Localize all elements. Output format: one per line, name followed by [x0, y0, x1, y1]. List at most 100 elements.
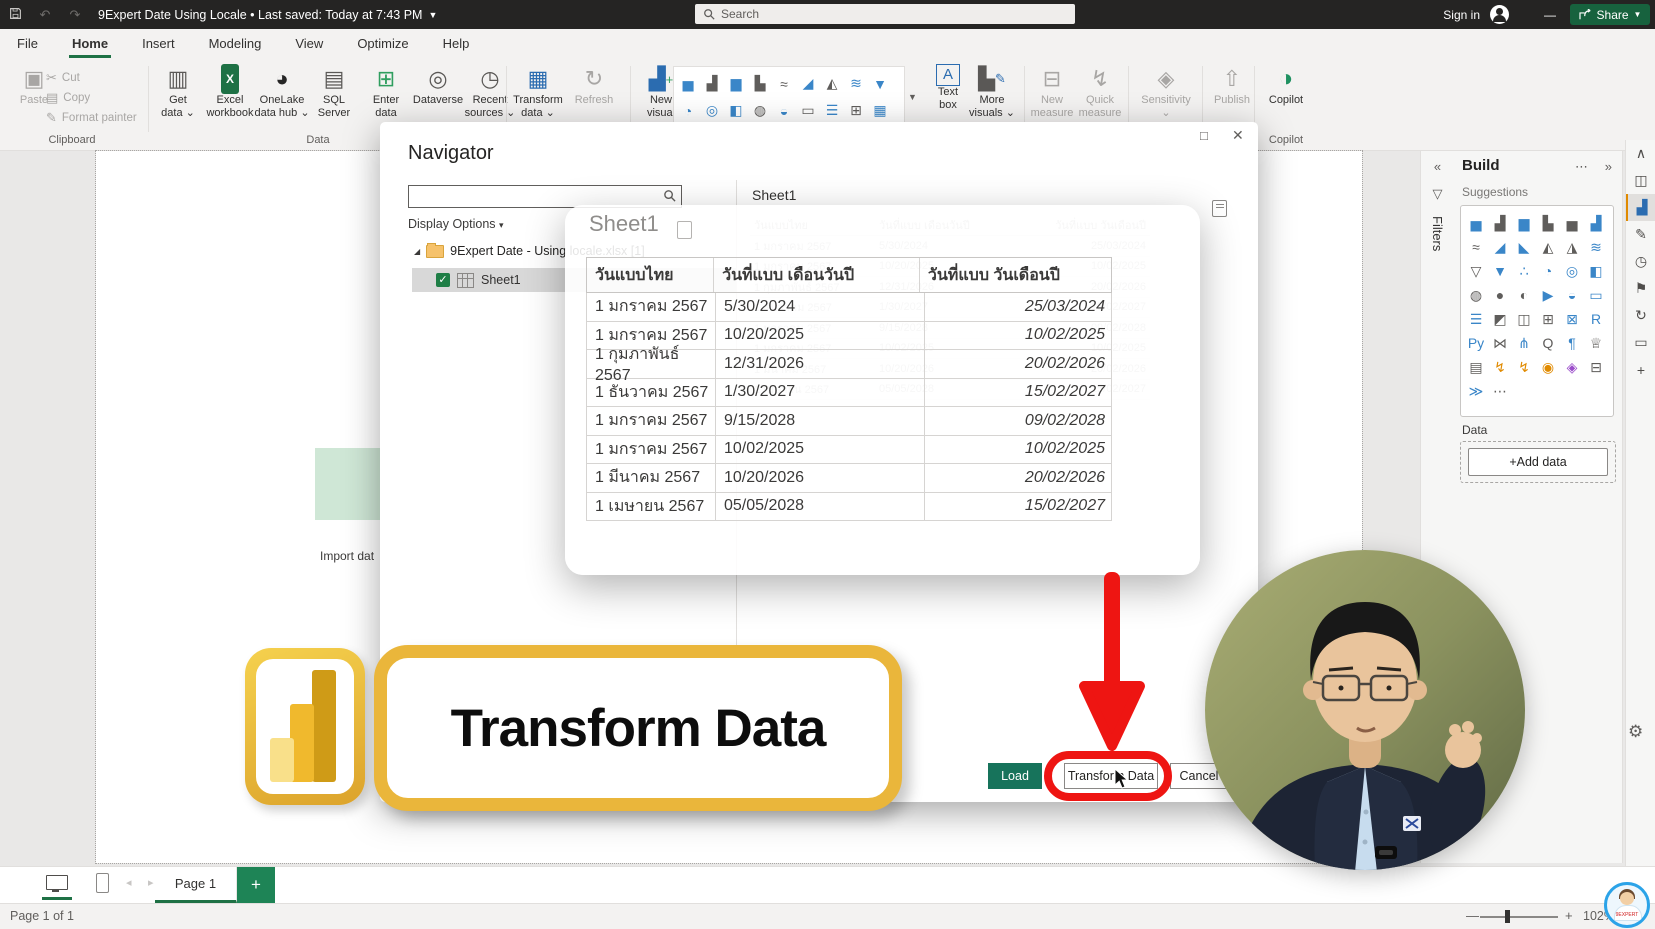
azure-map-icon[interactable]: ▶	[1536, 283, 1560, 307]
kpi-icon[interactable]: ◩	[1488, 307, 1512, 331]
sensitivity-button[interactable]: ◈ Sensitivity ⌄	[1136, 64, 1196, 120]
sign-in-button[interactable]: Sign in	[1443, 8, 1480, 22]
stacked-column-chart-icon[interactable]: ▙	[1536, 211, 1560, 235]
add-page-button[interactable]: +	[237, 867, 275, 903]
zoom-in-icon[interactable]: +	[1565, 908, 1573, 923]
stacked-area-chart-icon[interactable]: ◣	[1512, 235, 1536, 259]
clustered-column-chart-icon[interactable]: ▟	[700, 70, 724, 97]
ribbon-tab[interactable]: View	[278, 29, 340, 58]
more-visuals-icon[interactable]: ⋯	[1488, 379, 1512, 403]
ribbon-tab[interactable]: Modeling	[192, 29, 279, 58]
gauge-icon[interactable]: ◒	[772, 97, 796, 124]
power-apps-icon[interactable]: ↯	[1488, 355, 1512, 379]
build-pane-menu-icon[interactable]: ⋯	[1575, 159, 1588, 175]
map-icon[interactable]: ◍	[748, 97, 772, 124]
dataverse-button[interactable]: ◎ Dataverse	[412, 64, 464, 120]
slicer-icon[interactable]: ◫	[1512, 307, 1536, 331]
shape-map-icon[interactable]: ◐	[1512, 283, 1536, 307]
load-button[interactable]: Load	[988, 763, 1042, 789]
stacked-bar-chart-icon[interactable]: ▆	[1512, 211, 1536, 235]
stacked-column-chart-icon[interactable]: ▆	[724, 70, 748, 97]
refresh-button[interactable]: ↻ Refresh	[566, 64, 622, 120]
settings-gear-icon[interactable]: ⚙	[1628, 722, 1643, 742]
cut-button[interactable]: ✂Cut	[46, 68, 137, 88]
share-button[interactable]: Share ▼	[1570, 4, 1650, 25]
account-avatar[interactable]	[1490, 5, 1509, 24]
build-visual-icon[interactable]: ▟	[1626, 194, 1655, 221]
table-icon[interactable]: ⊞	[1536, 307, 1560, 331]
arcgis-map-icon[interactable]: ◉	[1536, 355, 1560, 379]
waterfall-chart-icon[interactable]: ▽	[1464, 259, 1488, 283]
clustered-column-chart-icon[interactable]: ▟	[1488, 211, 1512, 235]
multi-row-card-icon[interactable]: ☰	[1464, 307, 1488, 331]
new-measure-button[interactable]: ⊟ New measure	[1028, 64, 1076, 120]
recent-sources-button[interactable]: ◷ Recent sources ⌄	[464, 64, 516, 120]
dialog-maximize-icon[interactable]: □	[1200, 128, 1208, 143]
next-page-icon[interactable]: ▸	[148, 876, 154, 889]
save-icon[interactable]	[0, 7, 30, 23]
donut-chart-icon[interactable]: ◎	[700, 97, 724, 124]
smart-narrative-icon[interactable]: ¶	[1560, 331, 1584, 355]
area-chart-icon[interactable]: ◢	[796, 70, 820, 97]
ribbon-tab[interactable]: Insert	[125, 29, 192, 58]
tree-expander-icon[interactable]: ◢	[414, 247, 420, 256]
map-icon[interactable]: ◍	[1464, 283, 1488, 307]
pie-chart-icon[interactable]: ◔	[1536, 259, 1560, 283]
scatter-chart-icon[interactable]: ∴	[1512, 259, 1536, 283]
bookmarks-icon[interactable]: ⚑	[1626, 275, 1655, 302]
expand-filters-icon[interactable]: «	[1421, 159, 1454, 174]
enter-data-button[interactable]: ⊞ Enter data	[360, 64, 412, 120]
page-tab[interactable]: Page 1	[155, 867, 237, 903]
format-visual-icon[interactable]: ✎	[1626, 221, 1655, 248]
combo-chart-icon[interactable]: ◭	[820, 70, 844, 97]
excel-workbook-button[interactable]: X Excel workbook	[204, 64, 256, 120]
multi-row-card-icon[interactable]: ☰	[820, 97, 844, 124]
line-clustered-column-icon[interactable]: ◮	[1560, 235, 1584, 259]
copy-button[interactable]: ▤Copy	[46, 88, 137, 108]
matrix-icon[interactable]: ▦	[868, 97, 892, 124]
build-pane-collapse-icon[interactable]: »	[1605, 159, 1612, 174]
copilot-button[interactable]: ◑ Copilot	[1260, 64, 1312, 107]
custom-visual-icon[interactable]: ◈	[1560, 355, 1584, 379]
copy-table-icon[interactable]	[1212, 200, 1227, 217]
zoom-slider-handle[interactable]	[1505, 910, 1510, 923]
gauge-icon[interactable]: ◒	[1560, 283, 1584, 307]
key-influencers-icon[interactable]: ⋈	[1488, 331, 1512, 355]
analytics-icon[interactable]: ◷	[1626, 248, 1655, 275]
ribbon-chart-icon[interactable]: ≋	[1584, 235, 1608, 259]
python-script-icon[interactable]: Py	[1464, 331, 1488, 355]
desktop-view-icon[interactable]	[46, 875, 68, 890]
performance-analyzer-icon[interactable]: ↻	[1626, 302, 1655, 329]
treemap-icon[interactable]: ◧	[724, 97, 748, 124]
collapse-panel-icon[interactable]: ∧	[1626, 140, 1655, 167]
onelake-data-hub-button[interactable]: ◕ OneLake data hub ⌄	[256, 64, 308, 120]
undo-icon[interactable]: ↶	[30, 7, 60, 23]
selection-pane-icon[interactable]: ▭	[1626, 329, 1655, 356]
import-data-watermark-tile[interactable]	[315, 448, 381, 520]
zoom-slider[interactable]	[1480, 916, 1558, 918]
add-pane-icon[interactable]: +	[1626, 356, 1655, 383]
bar-chart-100-icon[interactable]: ▅	[1560, 211, 1584, 235]
line-chart-icon[interactable]: ≈	[1464, 235, 1488, 259]
zoom-out-icon[interactable]: —	[1466, 908, 1479, 923]
pie-chart-icon[interactable]: ◔	[676, 97, 700, 124]
card-icon[interactable]: ▭	[796, 97, 820, 124]
funnel-chart-icon[interactable]: ▼	[868, 70, 892, 97]
column-chart-100-icon[interactable]: ▟	[1584, 211, 1608, 235]
display-options-dropdown[interactable]: Display Options ▾	[408, 217, 504, 231]
donut-chart-icon[interactable]: ◎	[1560, 259, 1584, 283]
ribbon-tab[interactable]: Optimize	[340, 29, 425, 58]
stacked-bar-chart-icon[interactable]: ▅	[676, 70, 700, 97]
ribbon-tab[interactable]: Help	[426, 29, 487, 58]
ribbon-chart-icon[interactable]: ≋	[844, 70, 868, 97]
quick-measure-button[interactable]: ↯ Quick measure	[1076, 64, 1124, 120]
ribbon-tab[interactable]: File	[0, 29, 55, 58]
treemap-icon[interactable]: ◧	[1584, 259, 1608, 283]
paginated-report-icon[interactable]: ▤	[1464, 355, 1488, 379]
power-automate-icon[interactable]: ≫	[1464, 379, 1488, 403]
dialog-close-icon[interactable]: ✕	[1232, 127, 1244, 144]
r-script-icon[interactable]: R	[1584, 307, 1608, 331]
global-search-box[interactable]: Search	[695, 4, 1075, 24]
power-automate-visual-icon[interactable]: ↯	[1512, 355, 1536, 379]
area-chart-icon[interactable]: ◢	[1488, 235, 1512, 259]
